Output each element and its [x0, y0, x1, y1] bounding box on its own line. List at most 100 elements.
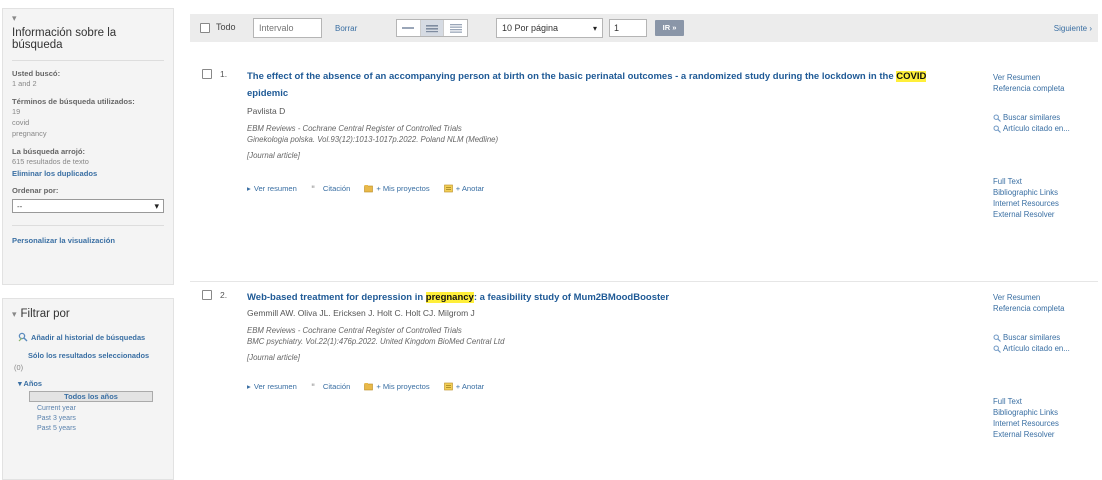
annotate-label: + Anotar [455, 184, 485, 193]
chevron-down-icon: ▾ [154, 200, 159, 211]
per-page-value: 10 Por página [502, 23, 559, 33]
folder-icon [364, 383, 374, 391]
filter-header[interactable]: ▾ Filtrar por [12, 303, 164, 325]
go-button[interactable]: IR » [655, 20, 684, 36]
search-term-highlight: pregnancy [425, 292, 474, 303]
view-title-only-button[interactable] [397, 20, 421, 36]
my-projects-label: + Mis proyectos [376, 184, 430, 193]
terms-label: Términos de búsqueda utilizados: [12, 97, 135, 106]
view-abstract-action[interactable]: ▸ Ver resumen [247, 184, 297, 193]
add-to-history-label: Añadir al historial de búsquedas [31, 333, 146, 342]
result-actions: ▸ Ver resumen " Citación + Mis proyectos … [247, 184, 963, 193]
quote-icon: " [311, 383, 315, 391]
cited-by-link[interactable]: Artículo citado en... [993, 343, 1093, 354]
result-title-text: Web-based treatment for depression in [247, 292, 426, 303]
you-searched-label: Usted buscó: [12, 69, 61, 78]
bibliographic-links-link[interactable]: Bibliographic Links [993, 187, 1093, 198]
cited-by-link[interactable]: Artículo citado en... [993, 123, 1093, 134]
view-abstract-link[interactable]: Ver Resumen [993, 72, 1093, 83]
citation-action[interactable]: " Citación [311, 382, 350, 391]
view-toggle [396, 19, 468, 37]
sidebar: ▾ Información sobre la búsqueda Usted bu… [0, 0, 176, 480]
years-toggle[interactable]: ▾ Años [18, 379, 164, 388]
result-item: 1. The effect of the absence of an accom… [190, 60, 1098, 272]
range-input[interactable] [253, 18, 322, 38]
search-info-panel: ▾ Información sobre la búsqueda Usted bu… [2, 8, 174, 285]
result-checkbox[interactable] [202, 69, 212, 79]
search-icon [993, 334, 1001, 342]
external-resolver-link[interactable]: External Resolver [993, 429, 1093, 440]
view-abstract-button[interactable] [444, 20, 467, 36]
search-term-highlight: COVID [896, 71, 927, 82]
annotate-label: + Anotar [455, 382, 485, 391]
triangle-right-icon: ▸ [247, 382, 251, 391]
personalize-view-link[interactable]: Personalizar la visualización [12, 225, 164, 245]
citation-label: Citación [322, 184, 351, 193]
view-abstract-label: Ver resumen [253, 382, 297, 391]
result-authors: Gemmill AW. Oliva JL. Ericksen J. Holt C… [247, 308, 475, 318]
result-title-link[interactable]: The effect of the absence of an accompan… [247, 68, 963, 102]
collapse-chevron-icon[interactable]: ▾ [12, 13, 164, 23]
internet-resources-link[interactable]: Internet Resources [993, 418, 1093, 429]
internet-resources-link[interactable]: Internet Resources [993, 198, 1093, 209]
order-select[interactable]: -- ▾ [12, 199, 164, 213]
results-value: 615 resultados de texto [12, 157, 89, 166]
svg-text:": " [311, 185, 315, 193]
selected-only-label: Sólo los resultados seleccionados [28, 351, 150, 360]
my-projects-label: + Mis proyectos [376, 382, 430, 391]
next-page-link[interactable]: Siguiente › [1054, 24, 1092, 33]
find-similar-label: Buscar similares [1003, 113, 1061, 122]
clear-button[interactable]: Borrar [335, 24, 357, 33]
results-label: La búsqueda arrojó: [12, 147, 85, 156]
result-checkbox[interactable] [202, 290, 212, 300]
cited-by-label: Artículo citado en... [1003, 344, 1070, 353]
year-option-past-5[interactable]: Past 5 years [37, 425, 164, 432]
full-text-link[interactable]: Full Text [993, 396, 1093, 407]
history-icon [18, 332, 28, 342]
search-icon [993, 345, 1001, 353]
list-compact-icon [402, 27, 415, 29]
add-to-history-link[interactable]: Añadir al historial de búsquedas [18, 332, 164, 343]
select-all-checkbox[interactable] [200, 23, 210, 33]
result-citation: BMC psychiatry. Vol.22(1):476p.2022. Uni… [247, 337, 505, 346]
view-abstract-action[interactable]: ▸ Ver resumen [247, 382, 297, 391]
result-source: EBM Reviews - Cochrane Central Register … [247, 326, 462, 335]
list-medium-icon [426, 25, 438, 33]
year-option-current[interactable]: Current year [37, 405, 164, 412]
result-actions: ▸ Ver resumen " Citación + Mis proyectos … [247, 382, 963, 391]
result-authors: Pavlista D [247, 106, 286, 116]
year-option-past-3[interactable]: Past 3 years [37, 415, 164, 422]
full-reference-link[interactable]: Referencia completa [993, 83, 1093, 94]
view-citation-button[interactable] [420, 20, 445, 36]
result-title-link[interactable]: Web-based treatment for depression in pr… [247, 289, 963, 306]
full-text-link[interactable]: Full Text [993, 176, 1093, 187]
selected-count: (0) [14, 363, 24, 372]
view-abstract-link[interactable]: Ver Resumen [993, 292, 1093, 303]
per-page-select[interactable]: 10 Por página ▾ [496, 18, 603, 38]
result-body: Web-based treatment for depression in pr… [247, 289, 963, 391]
folder-icon [364, 185, 374, 193]
bibliographic-links-link[interactable]: Bibliographic Links [993, 407, 1093, 418]
all-years-button[interactable]: Todos los años [29, 391, 153, 402]
citation-label: Citación [322, 382, 351, 391]
annotate-action[interactable]: + Anotar [443, 184, 485, 193]
order-label: Ordenar por: [12, 186, 59, 195]
selected-only-link[interactable]: Sólo los resultados seleccionados [28, 350, 164, 361]
full-reference-link[interactable]: Referencia completa [993, 303, 1093, 314]
my-projects-action[interactable]: + Mis proyectos [364, 382, 430, 391]
remove-duplicates-link[interactable]: Eliminar los duplicados [12, 169, 164, 178]
svg-text:": " [311, 383, 315, 391]
my-projects-action[interactable]: + Mis proyectos [364, 184, 430, 193]
external-resolver-link[interactable]: External Resolver [993, 209, 1093, 220]
find-similar-link[interactable]: Buscar similares [993, 332, 1093, 343]
page-number-input[interactable]: 1 [609, 19, 647, 37]
result-item: 2. Web-based treatment for depression in… [190, 281, 1098, 480]
result-title-text: epidemic [247, 88, 289, 99]
find-similar-link[interactable]: Buscar similares [993, 112, 1093, 123]
citation-action[interactable]: " Citación [311, 184, 350, 193]
list-full-icon [449, 24, 462, 33]
search-term: covid [12, 118, 30, 127]
annotate-action[interactable]: + Anotar [443, 382, 485, 391]
search-term: 19 [12, 107, 21, 116]
cited-by-label: Artículo citado en... [1003, 124, 1070, 133]
